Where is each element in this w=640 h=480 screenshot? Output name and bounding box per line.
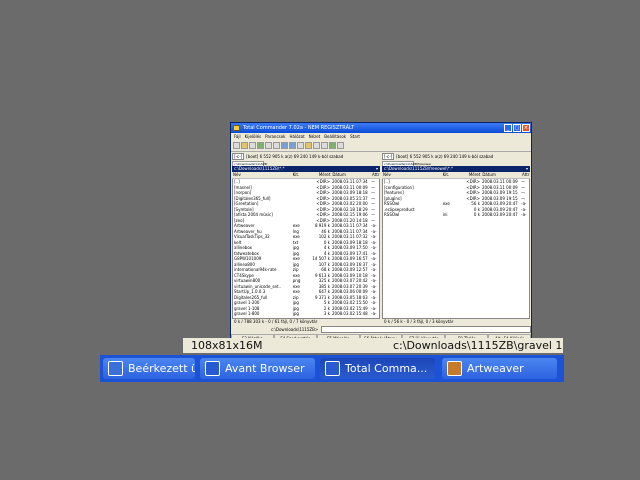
taskbar-button[interactable]: Total Comma... bbox=[320, 358, 435, 379]
file-row[interactable]: gravel 1-800 jpg 3 k 2008.03.02 15:48 -a- bbox=[233, 311, 379, 317]
left-status: 0 k / 788 303 k - 0 / 61 fájl, 0 / 7 kön… bbox=[234, 319, 318, 324]
col-date[interactable]: Dátum bbox=[332, 172, 372, 178]
menu-item[interactable]: Hálózat bbox=[290, 133, 305, 140]
command-input[interactable] bbox=[321, 325, 531, 333]
file-row[interactable]: RSSOwl ini 0 k 2008.03.09 20:47 -a- bbox=[383, 212, 529, 218]
search-icon[interactable] bbox=[313, 142, 320, 149]
right-drive-select[interactable]: [-c-] bbox=[382, 153, 395, 160]
close-button[interactable]: × bbox=[522, 124, 530, 132]
left-column-header[interactable]: Név Kit. Méret Dátum Attr bbox=[232, 172, 380, 179]
left-drive-info: [boot] 6 552 905 k a(z) 69 240 149 k-ból… bbox=[246, 154, 344, 159]
tooltip-file-path: c:\Downloads\1115ZB\gravel 1-108.jpg bbox=[393, 339, 563, 352]
taskbar-button[interactable]: Avant Browser bbox=[200, 358, 315, 379]
left-panel[interactable]: [-c-] [boot] 6 552 905 k a(z) 69 240 149 … bbox=[232, 153, 380, 325]
sync-icon[interactable] bbox=[329, 142, 336, 149]
avant-browser-icon bbox=[205, 361, 220, 376]
taskbar-button-label: Beérkezett ü... bbox=[128, 362, 195, 375]
file-ext: ini bbox=[442, 212, 448, 217]
artweaver-icon bbox=[447, 361, 462, 376]
unpack-icon[interactable] bbox=[289, 142, 296, 149]
menu-bar: Fájl Kijelölés Parancsok Hálózat Nézet Beállí… bbox=[231, 133, 531, 140]
multi-rename-icon[interactable] bbox=[321, 142, 328, 149]
right-history-icon[interactable]: ▾ bbox=[526, 166, 528, 172]
ftp-icon[interactable] bbox=[297, 142, 304, 149]
new-ftp-icon[interactable] bbox=[305, 142, 312, 149]
file-size: 0 k bbox=[473, 212, 480, 217]
app-icon bbox=[233, 125, 240, 131]
left-path-text: c:\Downloads\1115ZB\*.* bbox=[234, 166, 285, 171]
title-bar[interactable]: Total Commander 7.02a - NEM REGISZTRÁLT … bbox=[231, 123, 531, 133]
left-drive-bar[interactable]: [-c-] [boot] 6 552 905 k a(z) 69 240 149 … bbox=[232, 153, 380, 161]
file-date: 2008.03.02 15:48 bbox=[331, 311, 368, 316]
full-view-icon[interactable] bbox=[249, 142, 256, 149]
right-panel[interactable]: [-c-] [boot] 6 552 905 k a(z) 69 240 149 … bbox=[382, 153, 530, 325]
left-history-icon[interactable]: ▾ bbox=[376, 166, 378, 172]
col-name[interactable]: Név bbox=[232, 172, 293, 178]
col-attr[interactable]: Attr bbox=[372, 172, 380, 178]
right-file-list[interactable]: [..] <DIR> 2008.03.11 00:09— [configuration… bbox=[382, 179, 530, 319]
menu-item[interactable]: Fájl bbox=[234, 133, 241, 140]
right-drive-info: [boot] 6 552 905 k a(z) 69 240 149 k-ból… bbox=[396, 154, 494, 159]
taskbar-button-label: Total Comma... bbox=[345, 362, 428, 375]
left-file-list[interactable]: [..] <DIR> 2008.03.11 07:34— [masnel] <DIR> 2… bbox=[232, 179, 380, 319]
right-status: 0 k / 56 k - 0 / 3 fájl, 0 / 3 könyvtár bbox=[384, 319, 454, 324]
menu-item[interactable]: Start bbox=[350, 133, 360, 140]
menu-item[interactable]: Nézet bbox=[309, 133, 321, 140]
col-ext[interactable]: Kit. bbox=[443, 172, 457, 178]
taskbar: Beérkezett ü... Avant Browser Total Comma.… bbox=[100, 355, 564, 382]
floppy-disk-icon bbox=[325, 361, 340, 376]
right-column-header[interactable]: Név Kit. Méret Dátum Attr bbox=[382, 172, 530, 179]
refresh-icon[interactable] bbox=[233, 142, 240, 149]
command-prompt: c:\Downloads\1115ZB> bbox=[271, 326, 319, 332]
file-ext: jpg bbox=[292, 311, 299, 316]
col-size[interactable]: Méret bbox=[307, 172, 333, 178]
taskbar-button[interactable]: Artweaver bbox=[442, 358, 557, 379]
file-size: 3 k bbox=[323, 311, 330, 316]
taskbar-button-label: Avant Browser bbox=[225, 362, 305, 375]
total-commander-window[interactable]: Total Commander 7.02a - NEM REGISZTRÁLT … bbox=[230, 122, 532, 348]
email-icon bbox=[108, 361, 123, 376]
maximize-button[interactable]: □ bbox=[513, 124, 521, 132]
toolbar bbox=[231, 140, 531, 152]
col-ext[interactable]: Kit. bbox=[293, 172, 307, 178]
taskbar-button[interactable]: Beérkezett ü... bbox=[103, 358, 195, 379]
right-drive-bar[interactable]: [-c-] [boot] 6 552 905 k a(z) 69 240 149 … bbox=[382, 153, 530, 161]
back-icon[interactable] bbox=[265, 142, 272, 149]
file-name: gravel 1-800 bbox=[234, 311, 260, 316]
right-path-text: c:\Downloads\1115ZB\freeowel\*.* bbox=[384, 166, 454, 171]
menu-item[interactable]: Beállítások bbox=[324, 133, 346, 140]
col-attr[interactable]: Attr bbox=[522, 172, 530, 178]
col-name[interactable]: Név bbox=[382, 172, 443, 178]
left-drive-select[interactable]: [-c-] bbox=[232, 153, 245, 160]
col-size[interactable]: Méret bbox=[457, 172, 483, 178]
notepad-icon[interactable] bbox=[337, 142, 344, 149]
file-attr: -a- bbox=[521, 212, 527, 217]
col-date[interactable]: Dátum bbox=[482, 172, 522, 178]
forward-icon[interactable] bbox=[273, 142, 280, 149]
tooltip-image-info: 108x81x16M bbox=[191, 339, 263, 352]
file-name: RSSOwl bbox=[384, 212, 400, 217]
right-path[interactable]: c:\Downloads\1115ZB\freeowel\*.* ▾ bbox=[382, 166, 530, 172]
file-attr: -a- bbox=[371, 311, 377, 316]
brief-view-icon[interactable] bbox=[241, 142, 248, 149]
menu-item[interactable]: Kijelölés bbox=[245, 133, 262, 140]
pack-icon[interactable] bbox=[281, 142, 288, 149]
taskbar-button-label: Artweaver bbox=[467, 362, 524, 375]
window-title: Total Commander 7.02a - NEM REGISZTRÁLT bbox=[243, 125, 355, 131]
command-line: c:\Downloads\1115ZB> bbox=[231, 325, 531, 333]
file-tooltip: 108x81x16M c:\Downloads\1115ZB\gravel 1-… bbox=[183, 338, 563, 353]
sort-icon[interactable] bbox=[257, 142, 264, 149]
file-date: 2008.03.09 20:47 bbox=[481, 212, 518, 217]
menu-item[interactable]: Parancsok bbox=[265, 133, 285, 140]
left-path[interactable]: c:\Downloads\1115ZB\*.* ▾ bbox=[232, 166, 380, 172]
minimize-button[interactable]: _ bbox=[504, 124, 512, 132]
